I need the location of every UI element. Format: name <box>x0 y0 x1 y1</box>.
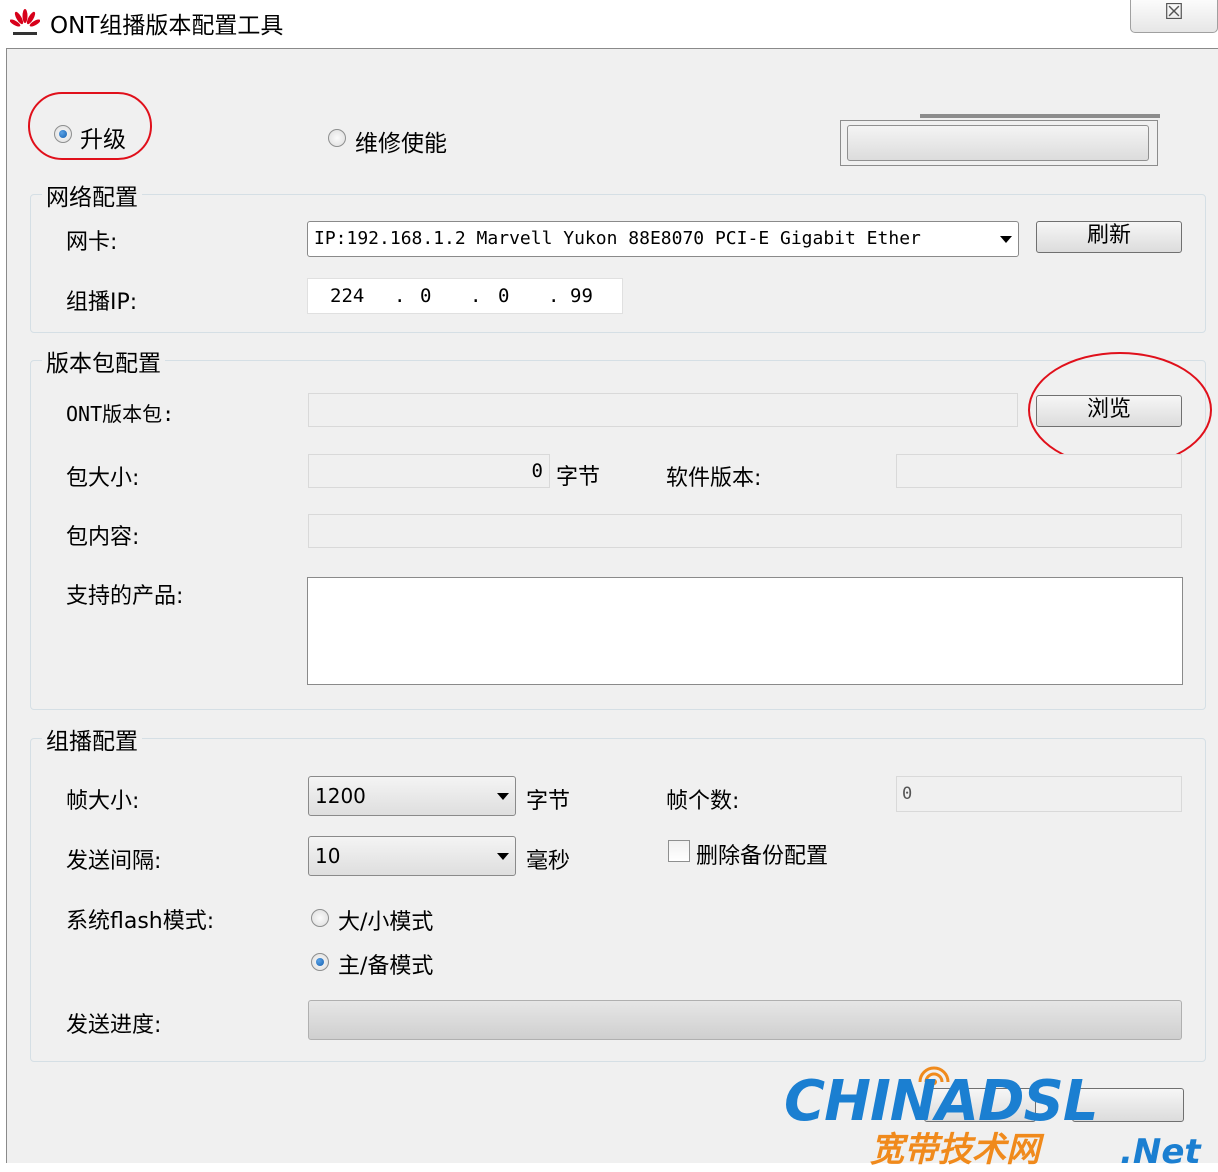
supported-products-label: 支持的产品: <box>66 584 184 609</box>
multicast-ip-field[interactable]: 224 . 0 . 0 . 99 <box>307 278 623 314</box>
nic-select[interactable]: IP:192.168.1.2 Marvell Yukon 88E8070 PCI… <box>307 221 1019 257</box>
multicast-ip-label: 组播IP: <box>66 290 138 315</box>
separator-line <box>920 114 1160 118</box>
chinadsl-watermark: CHINADSL 宽带技术网 .Net <box>784 1066 1218 1170</box>
package-content-field <box>308 514 1182 548</box>
send-progress-bar <box>308 1000 1182 1040</box>
status-panel <box>840 120 1158 166</box>
repair-enable-label: 维修使能 <box>355 131 447 157</box>
close-icon: ☒ <box>1164 0 1184 25</box>
window-title: ONT组播版本配置工具 <box>50 13 284 39</box>
delete-backup-checkbox[interactable] <box>668 840 690 862</box>
package-size-field: 0 <box>308 454 550 488</box>
package-content-label: 包内容: <box>66 525 140 550</box>
flash-mode-primary-backup-radio[interactable] <box>311 953 329 971</box>
frame-count-value: 0 <box>902 784 913 804</box>
watermark-text-net: .Net <box>1120 1132 1201 1172</box>
nic-label: 网卡: <box>66 230 118 255</box>
software-version-field <box>896 454 1182 488</box>
watermark-text-cn: 宽带技术网 <box>870 1130 1040 1170</box>
huawei-logo-icon <box>10 9 40 35</box>
frame-size-label: 帧大小: <box>66 789 140 814</box>
flash-mode-option2-label: 主/备模式 <box>338 954 434 979</box>
ip-octet-4: 99 <box>570 285 593 307</box>
send-interval-label: 发送间隔: <box>66 849 162 874</box>
refresh-button[interactable]: 刷新 <box>1036 221 1182 253</box>
send-interval-select[interactable]: 10 <box>308 836 516 876</box>
ip-octet-3: 0 <box>498 285 510 307</box>
status-button[interactable] <box>847 125 1149 161</box>
ont-package-field[interactable] <box>308 393 1018 427</box>
package-size-unit: 字节 <box>556 465 601 490</box>
flash-mode-option1-label: 大/小模式 <box>338 910 434 935</box>
title-bar: ONT组播版本配置工具 ☒ <box>0 0 1218 48</box>
send-progress-label: 发送进度: <box>66 1013 162 1038</box>
close-button[interactable]: ☒ <box>1130 0 1218 33</box>
watermark-text-en: CHINADSL <box>784 1069 1099 1134</box>
frame-count-label: 帧个数: <box>666 789 740 814</box>
delete-backup-label: 删除备份配置 <box>696 844 829 869</box>
send-interval-unit: 毫秒 <box>526 849 571 874</box>
package-size-label: 包大小: <box>66 466 140 491</box>
software-version-label: 软件版本: <box>666 466 762 491</box>
package-config-title: 版本包配置 <box>42 344 165 378</box>
frame-count-field: 0 <box>896 776 1182 812</box>
flash-mode-big-small-radio[interactable] <box>311 909 329 927</box>
supported-products-field[interactable] <box>307 577 1183 685</box>
ip-octet-2: 0 <box>420 285 432 307</box>
refresh-button-label: 刷新 <box>1086 223 1131 248</box>
frame-size-value: 1200 <box>315 784 366 808</box>
package-size-value: 0 <box>531 460 543 482</box>
network-config-title: 网络配置 <box>42 178 142 212</box>
ip-octet-1: 224 <box>330 285 365 307</box>
chevron-down-icon <box>497 793 509 800</box>
annotation-circle-upgrade <box>28 92 152 160</box>
multicast-config-title: 组播配置 <box>42 722 142 756</box>
annotation-circle-browse <box>1028 352 1212 468</box>
nic-select-value: IP:192.168.1.2 Marvell Yukon 88E8070 PCI… <box>314 228 921 249</box>
frame-size-select[interactable]: 1200 <box>308 776 516 816</box>
ont-package-label: ONT版本包: <box>66 402 175 426</box>
chevron-down-icon <box>497 853 509 860</box>
flash-mode-label: 系统flash模式: <box>66 909 215 934</box>
chevron-down-icon <box>1000 236 1012 243</box>
repair-enable-radio[interactable] <box>328 129 346 147</box>
frame-size-unit: 字节 <box>526 789 571 814</box>
send-interval-value: 10 <box>315 844 341 868</box>
